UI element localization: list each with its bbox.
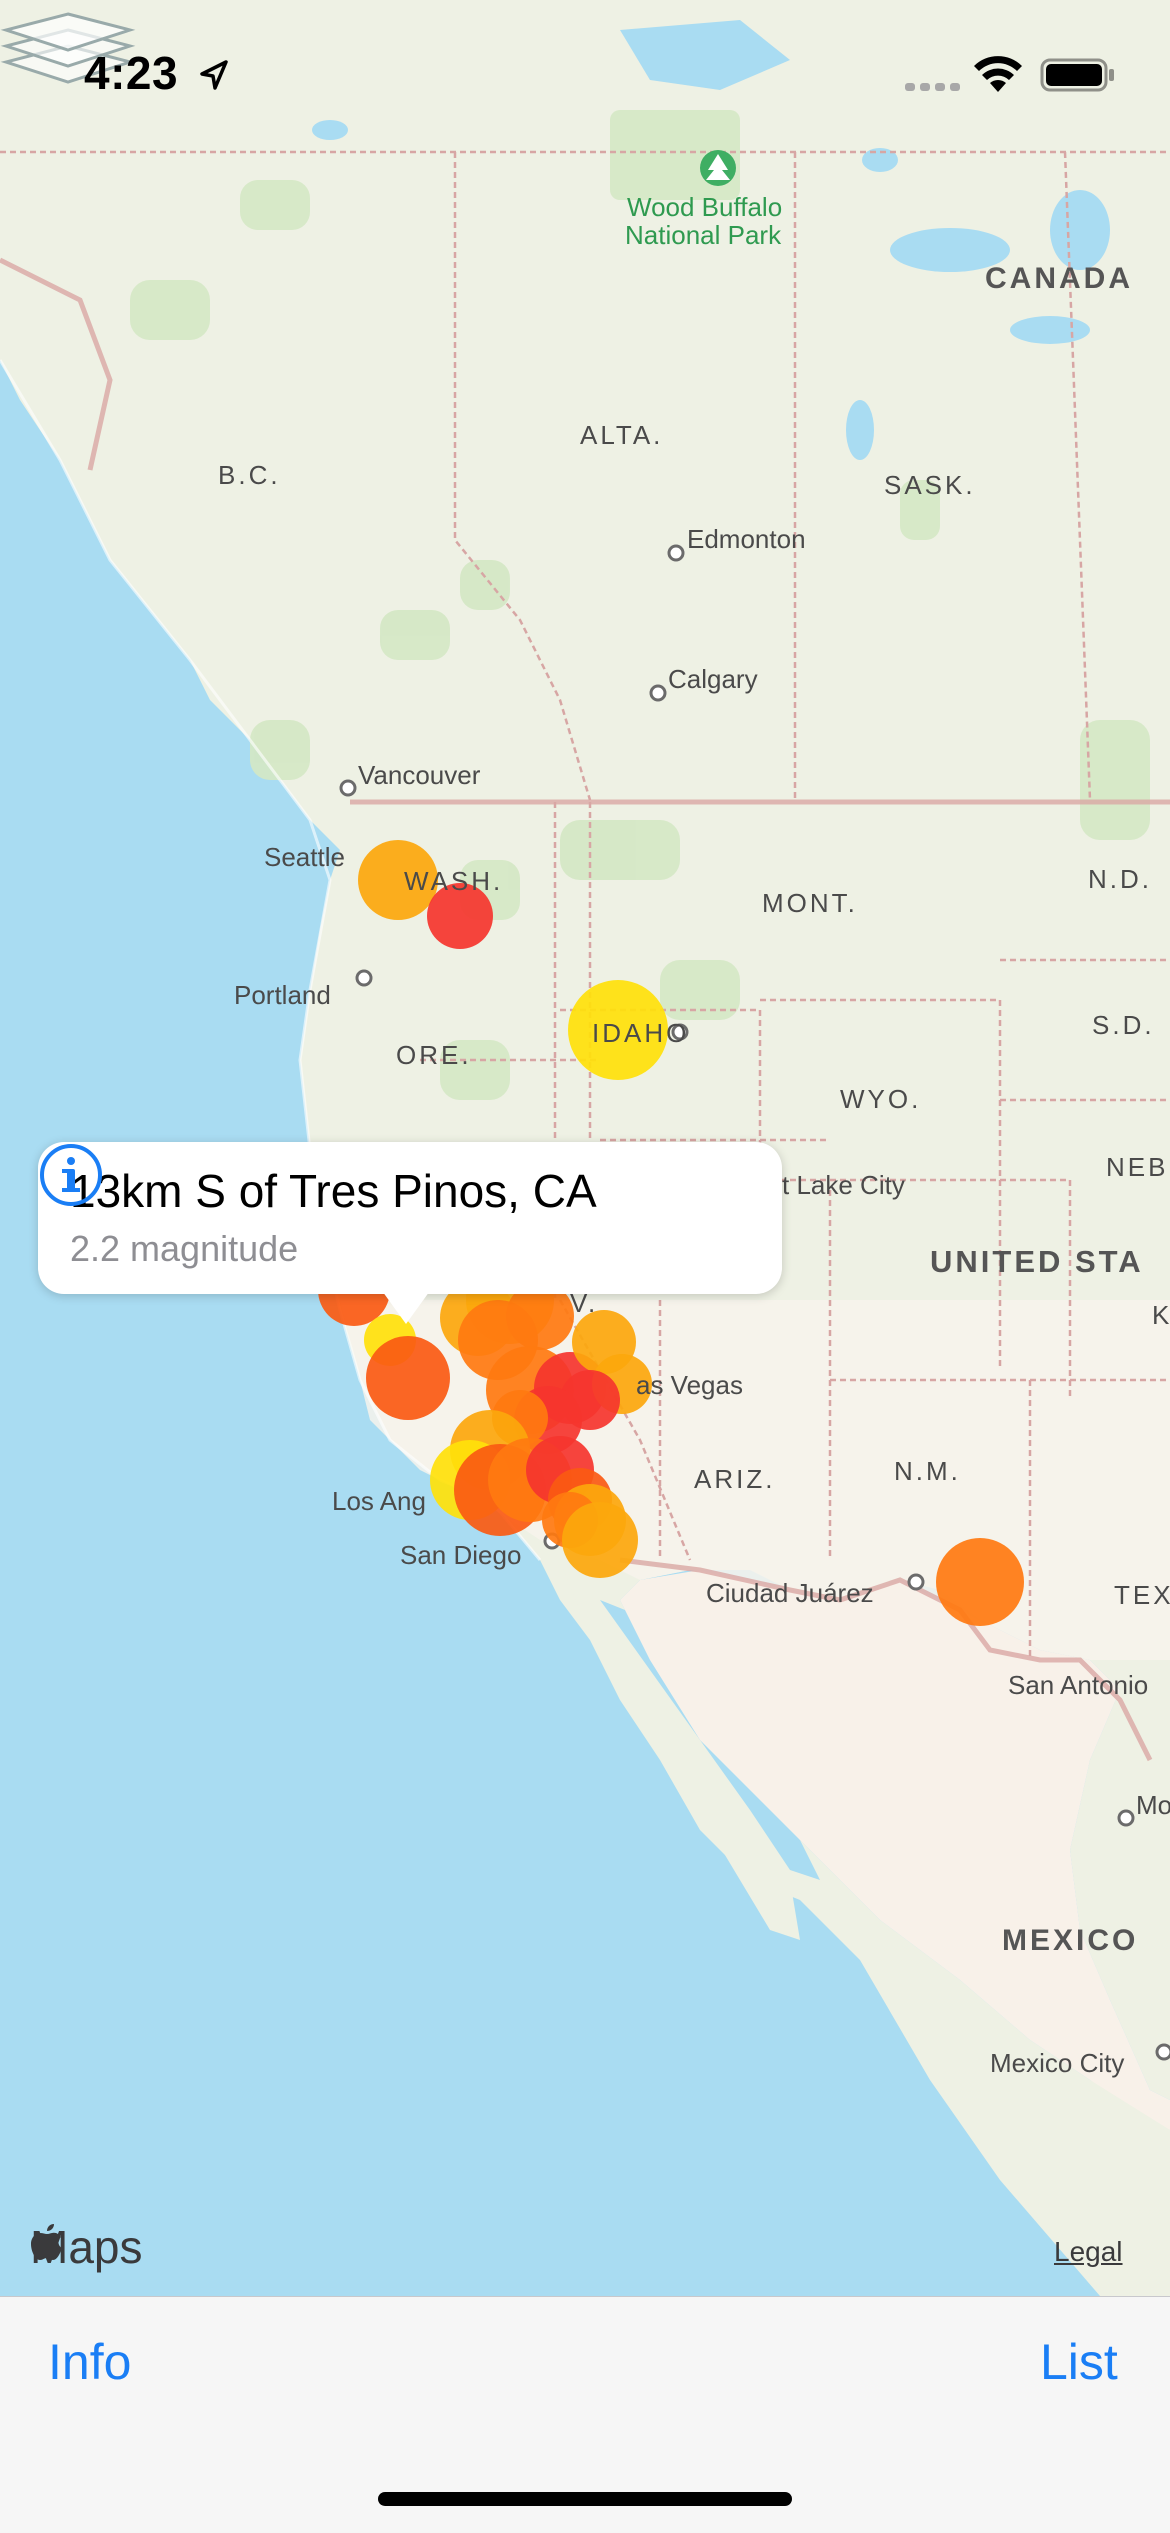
cellular-signal-icon (905, 83, 960, 91)
label-mont: MONT. (762, 888, 858, 918)
label-mo: Mo (1136, 1790, 1170, 1820)
label-san-antonio: San Antonio (1008, 1670, 1149, 1700)
map-view[interactable]: Wood Buffalo National Park CANADA ALTA. … (0, 0, 1170, 2296)
label-ciudad-juarez: Ciudad Juárez (706, 1578, 874, 1608)
label-united-states: UNITED STA (930, 1244, 1144, 1279)
label-wyo: WYO. (840, 1084, 922, 1114)
label-mexico-city: Mexico City (990, 2048, 1125, 2078)
label-ariz: ARIZ. (694, 1464, 776, 1494)
list-button[interactable]: List (1040, 2333, 1118, 2391)
label-canada: CANADA (985, 262, 1133, 295)
apple-logo-icon (31, 2224, 62, 2260)
earthquake-marker[interactable] (936, 1538, 1024, 1626)
label-seattle: Seattle (264, 842, 345, 872)
info-button[interactable]: Info (48, 2333, 131, 2391)
info-icon[interactable] (38, 1142, 104, 1208)
label-wash: WASH. (404, 866, 504, 896)
location-arrow-icon (200, 60, 228, 90)
label-tex: TEX (1114, 1580, 1170, 1610)
label-wood-buffalo: Wood Buffalo (627, 192, 783, 222)
label-los-angeles: Los Ang (332, 1486, 426, 1516)
label-alta: ALTA. (580, 420, 664, 450)
label-k: K (1152, 1300, 1170, 1330)
label-calgary: Calgary (668, 664, 758, 694)
label-edmonton: Edmonton (687, 524, 806, 554)
legal-link[interactable]: Legal (1054, 2236, 1123, 2268)
label-nm: N.M. (894, 1456, 961, 1486)
label-neb: NEB (1106, 1152, 1169, 1182)
home-indicator (378, 2492, 792, 2506)
label-sask: SASK. (884, 470, 976, 500)
label-san-diego: San Diego (400, 1540, 522, 1570)
wifi-icon (974, 56, 1022, 92)
label-bc: B.C. (218, 460, 281, 490)
label-sd: S.D. (1092, 1010, 1155, 1040)
label-mexico: MEXICO (1002, 1924, 1139, 1957)
label-idaho: IDAHO (592, 1018, 690, 1048)
label-las-vegas: as Vegas (636, 1370, 743, 1400)
callout-pointer (380, 1288, 432, 1324)
earthquake-marker[interactable] (562, 1502, 638, 1578)
label-salt-lake-city: t Lake City (782, 1170, 905, 1200)
park-icon (700, 150, 736, 186)
status-time: 4:23 (84, 47, 179, 99)
label-nd: N.D. (1088, 864, 1152, 894)
label-portland: Portland (234, 980, 331, 1010)
earthquake-marker[interactable] (366, 1336, 450, 1420)
label-ore: ORE. (396, 1040, 472, 1070)
status-bar: 4:23 (0, 0, 1170, 140)
label-national-park: National Park (625, 220, 782, 250)
apple-maps-logo: Maps (30, 2221, 142, 2273)
battery-icon (1040, 58, 1114, 92)
callout-subtitle: 2.2 magnitude (70, 1228, 299, 1269)
label-vancouver: Vancouver (358, 760, 481, 790)
annotation-callout[interactable]: 13km S of Tres Pinos, CA 2.2 magnitude (38, 1142, 782, 1294)
callout-title: 13km S of Tres Pinos, CA (70, 1165, 597, 1217)
